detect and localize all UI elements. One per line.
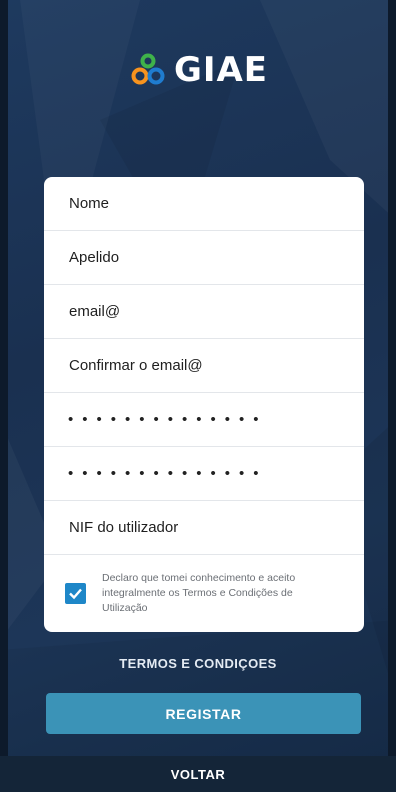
terms-consent: Declaro que tomei conhecimento e aceito … xyxy=(44,555,364,631)
register-button[interactable]: REGISTAR xyxy=(46,693,361,734)
right-edge xyxy=(388,0,396,792)
app-logo: GIAE xyxy=(0,48,396,92)
terms-link[interactable]: TERMOS E CONDIÇOES xyxy=(0,656,396,671)
giae-rings-icon xyxy=(131,53,165,85)
surname-input[interactable]: Apelido xyxy=(44,231,364,285)
password-input[interactable]: •••••••••••••• xyxy=(44,393,364,447)
consent-text: Declaro que tomei conhecimento e aceito … xyxy=(102,571,296,614)
confirm-email-input[interactable]: Confirmar o email@ xyxy=(44,339,364,393)
back-button[interactable]: VOLTAR xyxy=(0,756,396,792)
consent-checkbox[interactable] xyxy=(65,582,86,604)
brand-name: GIAE xyxy=(173,50,269,90)
checkmark-icon xyxy=(69,588,82,599)
email-input[interactable]: email@ xyxy=(44,285,364,339)
nif-input[interactable]: NIF do utilizador xyxy=(44,501,364,555)
left-edge xyxy=(0,0,8,792)
name-input[interactable]: Nome xyxy=(44,177,364,231)
registration-form: Nome Apelido email@ Confirmar o email@ •… xyxy=(44,177,364,632)
confirm-password-input[interactable]: •••••••••••••• xyxy=(44,447,364,501)
